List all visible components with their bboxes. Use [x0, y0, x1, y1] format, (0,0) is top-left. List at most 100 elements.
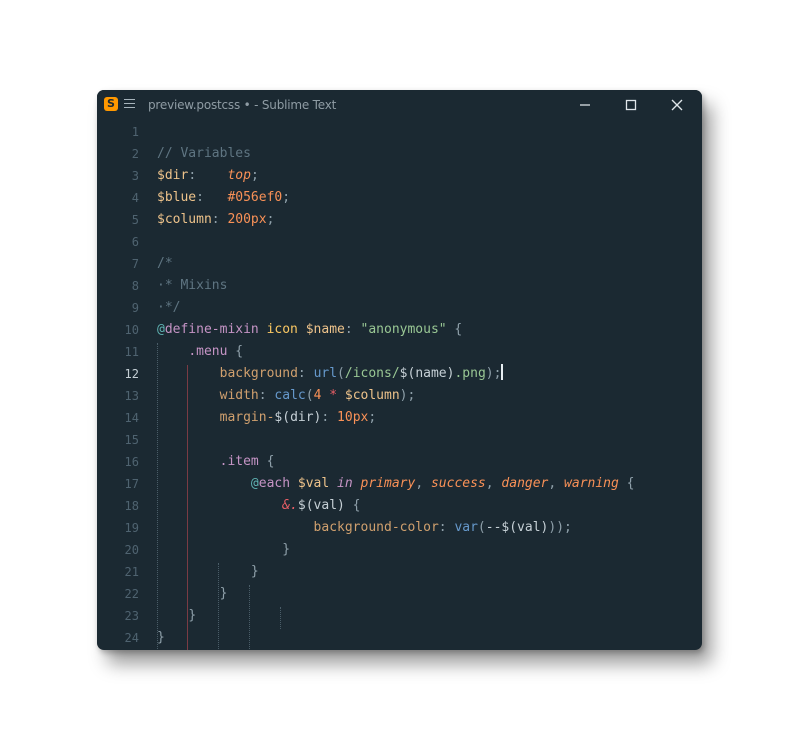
close-button[interactable]: [657, 90, 697, 120]
line-number[interactable]: 24: [97, 627, 139, 649]
code-token: $name: [305, 322, 345, 337]
code-line[interactable]: width: calc(4 * $column);: [157, 385, 702, 407]
code-token: ·* Mixins: [157, 278, 228, 293]
code-line[interactable]: }: [157, 561, 702, 583]
line-number-gutter[interactable]: 1 2 3 4 5 6 7 8 9 10 11 12 13 14 15 16 17 18 19 20 21 22 23 24: [97, 121, 139, 649]
maximize-button[interactable]: [611, 90, 651, 120]
code-token: icon: [266, 322, 298, 337]
code-line[interactable]: $column: 200px;: [157, 209, 702, 231]
code-line[interactable]: .item {: [157, 451, 702, 473]
title-bar[interactable]: S preview.postcss • - Sublime Text: [97, 90, 702, 120]
line-number[interactable]: 11: [97, 341, 139, 363]
code-token: /icons/: [344, 366, 400, 381]
code-token: :: [344, 322, 361, 337]
code-token: {: [446, 322, 463, 337]
code-line[interactable]: $dir: top;: [157, 165, 702, 187]
code-token: (: [337, 366, 345, 381]
line-number[interactable]: 13: [97, 385, 139, 407]
line-number[interactable]: 4: [97, 187, 139, 209]
line-number[interactable]: 1: [97, 121, 139, 143]
code-line[interactable]: background-color: var(--$(val)));: [157, 517, 702, 539]
code-line[interactable]: background: url(/icons/$(name).png);: [157, 363, 702, 385]
line-number[interactable]: 15: [97, 429, 139, 451]
code-token: (: [305, 388, 314, 403]
line-number[interactable]: 16: [97, 451, 139, 473]
line-number[interactable]: 14: [97, 407, 139, 429]
code-line[interactable]: ·* Mixins: [157, 275, 702, 297]
code-line[interactable]: ·*/: [157, 297, 702, 319]
code-line[interactable]: }: [157, 583, 702, 605]
code-token: danger: [501, 476, 549, 491]
code-token: &.: [282, 498, 298, 513]
code-token: $column: [344, 388, 400, 403]
code-line[interactable]: [157, 121, 702, 143]
close-icon: [671, 99, 683, 111]
sublime-text-icon: S: [104, 97, 118, 111]
code-line[interactable]: }: [157, 605, 702, 627]
line-number[interactable]: 6: [97, 231, 139, 253]
code-token: );: [485, 366, 502, 381]
minimize-icon: [580, 104, 590, 106]
code-token: ·*/: [157, 300, 181, 315]
code-token: $val: [297, 476, 330, 491]
line-number[interactable]: 2: [97, 143, 139, 165]
hamburger-menu-icon[interactable]: [124, 99, 135, 109]
code-line[interactable]: .menu {: [157, 341, 702, 363]
code-token: {: [618, 476, 635, 491]
line-number[interactable]: 20: [97, 539, 139, 561]
code-token: }: [282, 542, 291, 557]
line-number[interactable]: 23: [97, 605, 139, 627]
line-number[interactable]: 18: [97, 495, 139, 517]
code-token: var: [454, 520, 478, 535]
code-line[interactable]: margin-$(dir): 10px;: [157, 407, 702, 429]
code-token: ;: [266, 212, 275, 227]
code-token: ,: [415, 476, 431, 491]
line-number[interactable]: 5: [97, 209, 139, 231]
line-number[interactable]: 22: [97, 583, 139, 605]
code-token: :: [211, 212, 228, 227]
line-number[interactable]: 12: [97, 363, 139, 385]
code-token: $dir: [157, 168, 189, 183]
code-line[interactable]: &.$(val) {: [157, 495, 702, 517]
minimize-button[interactable]: [565, 90, 605, 120]
code-token: // Variables: [157, 146, 251, 161]
code-line[interactable]: @each $val in primary, success, danger, …: [157, 473, 702, 495]
code-token: {: [258, 454, 275, 469]
code-line[interactable]: }: [157, 627, 702, 649]
code-token: (: [477, 520, 486, 535]
code-token: :: [188, 168, 228, 183]
code-line[interactable]: [157, 231, 702, 253]
code-token: background-color: [313, 520, 439, 535]
code-token: in: [337, 476, 353, 491]
code-line[interactable]: /*: [157, 253, 702, 275]
code-token: margin-: [219, 410, 275, 425]
line-number[interactable]: 8: [97, 275, 139, 297]
line-number[interactable]: 9: [97, 297, 139, 319]
code-line[interactable]: [157, 429, 702, 451]
code-line[interactable]: }: [157, 539, 702, 561]
code-editor[interactable]: 1 2 3 4 5 6 7 8 9 10 11 12 13 14 15 16 17 18 19 20 21 22 23 24 …: [97, 121, 702, 650]
line-number[interactable]: 7: [97, 253, 139, 275]
line-number[interactable]: 3: [97, 165, 139, 187]
code-area[interactable]: // Variables $dir: top; $blue: #056ef0; $co…: [157, 121, 702, 650]
code-line[interactable]: // Variables: [157, 143, 702, 165]
code-line[interactable]: $blue: #056ef0;: [157, 187, 702, 209]
code-token: background: [219, 366, 298, 381]
code-token: }: [219, 586, 228, 601]
line-number[interactable]: 21: [97, 561, 139, 583]
line-number[interactable]: 19: [97, 517, 139, 539]
line-number[interactable]: 17: [97, 473, 139, 495]
code-line[interactable]: @define-mixin icon $name: "anonymous" {: [157, 319, 702, 341]
code-token: width: [219, 388, 259, 403]
line-number[interactable]: 10: [97, 319, 139, 341]
